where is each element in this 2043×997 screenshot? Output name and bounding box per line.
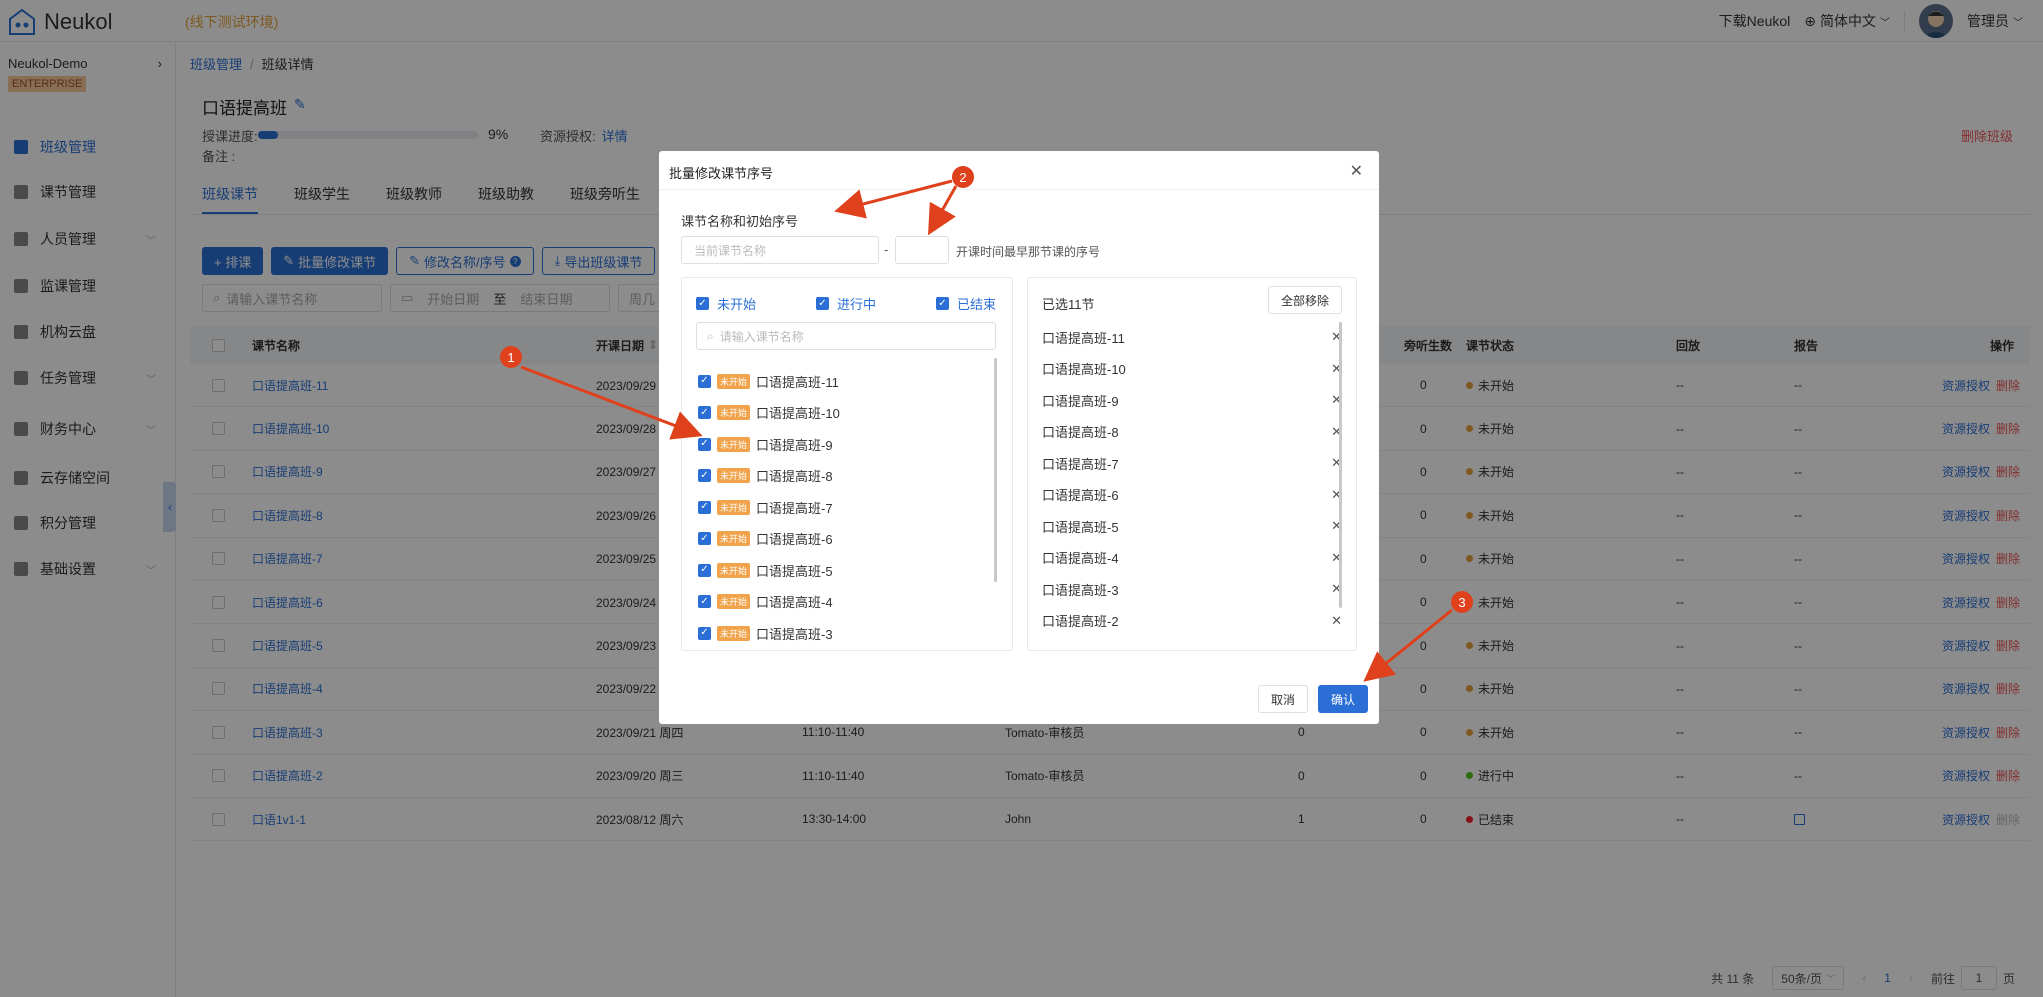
- selected-item-label: 口语提高班-11: [1042, 330, 1125, 346]
- status-tag: 未开始: [717, 562, 751, 578]
- lesson-option-label: 口语提高班-9: [756, 437, 833, 453]
- lesson-option[interactable]: ✓ 未开始 口语提高班-8: [698, 465, 833, 487]
- selected-item: 口语提高班-11 ✕: [1042, 326, 1342, 348]
- filter-not-started[interactable]: ✓ 未开始: [696, 294, 756, 313]
- annotation-badge-1: 1: [500, 346, 522, 368]
- cancel-button[interactable]: 取消: [1258, 685, 1309, 713]
- checkbox-checked-icon[interactable]: ✓: [698, 406, 711, 419]
- selected-item: 口语提高班-7 ✕: [1042, 452, 1342, 474]
- selected-item-label: 口语提高班-3: [1042, 582, 1119, 598]
- selected-item: 口语提高班-3 ✕: [1042, 578, 1342, 600]
- status-tag: 未开始: [717, 405, 751, 420]
- selected-panel: 已选11节 全部移除 口语提高班-11 ✕ 口语提高班-10 ✕ 口语提高班-9 ✕ 口语提…: [1027, 277, 1357, 651]
- selected-item-label: 口语提高班-8: [1042, 425, 1119, 440]
- lesson-option-label: 口语提高班-6: [756, 532, 833, 547]
- annotation-badge-2: 2: [952, 166, 974, 188]
- lesson-option[interactable]: ✓ 未开始 口语提高班-5: [698, 559, 833, 581]
- selected-item: 口语提高班-10 ✕: [1042, 358, 1342, 380]
- lesson-option[interactable]: ✓ 未开始 口语提高班-11: [698, 370, 839, 392]
- lesson-option-label: 口语提高班-10: [756, 406, 840, 421]
- selected-item: 口语提高班-5 ✕: [1042, 515, 1342, 537]
- lesson-option[interactable]: ✓ 未开始 口语提高班-6: [698, 528, 833, 550]
- status-tag: 未开始: [717, 468, 751, 483]
- status-tag: 未开始: [717, 531, 751, 546]
- selected-item: 口语提高班-2 ✕: [1042, 610, 1342, 632]
- selected-item-label: 口语提高班-4: [1042, 551, 1119, 566]
- lesson-option[interactable]: ✓ 未开始 口语提高班-3: [698, 622, 833, 644]
- lesson-option[interactable]: ✓ 未开始 口语提高班-4: [698, 591, 833, 613]
- checkbox-checked-icon[interactable]: ✓: [698, 469, 711, 482]
- scrollbar[interactable]: [1339, 322, 1342, 608]
- status-tag: 未开始: [717, 373, 751, 389]
- scrollbar[interactable]: [994, 358, 997, 582]
- filter-label: 未开始: [717, 297, 757, 312]
- selected-item: 口语提高班-9 ✕: [1042, 389, 1342, 411]
- dash: -: [884, 242, 889, 257]
- checkbox-checked-icon[interactable]: ✓: [698, 532, 711, 545]
- status-tag: 未开始: [717, 594, 751, 609]
- status-tag: 未开始: [717, 499, 751, 515]
- selected-item: 口语提高班-4 ✕: [1042, 547, 1342, 569]
- modal-search-placeholder: 请输入课节名称: [719, 329, 804, 344]
- checkbox-checked-icon[interactable]: ✓: [698, 563, 711, 577]
- selected-item: 口语提高班-8 ✕: [1042, 421, 1342, 443]
- selected-item-label: 口语提高班-10: [1042, 362, 1126, 377]
- lesson-option[interactable]: ✓ 未开始 口语提高班-9: [698, 433, 833, 455]
- checkbox-checked-icon: ✓: [816, 297, 829, 310]
- checkbox-checked-icon: ✓: [936, 297, 949, 310]
- selected-item-label: 口语提高班-9: [1042, 393, 1119, 409]
- filter-label: 进行中: [837, 297, 877, 312]
- seq-label: 课节名称和初始序号: [681, 214, 799, 229]
- lesson-option[interactable]: ✓ 未开始 口语提高班-10: [698, 402, 840, 424]
- lesson-option-label: 口语提高班-11: [756, 374, 839, 390]
- checkbox-checked-icon: ✓: [696, 297, 709, 310]
- selected-item-label: 口语提高班-5: [1042, 519, 1119, 535]
- lesson-pick-panel: ✓ 未开始 ✓ 进行中 ✓ 已结束 ⌕ 请输入课节名称 ✓ 未开始 口语提高班-11 ✓ 未开始…: [681, 277, 1013, 651]
- lesson-option-label: 口语提高班-8: [756, 469, 833, 484]
- lesson-option-label: 口语提高班-5: [756, 563, 833, 579]
- modal-search-input[interactable]: ⌕ 请输入课节名称: [696, 322, 996, 350]
- lesson-option-label: 口语提高班-7: [756, 500, 833, 516]
- checkbox-checked-icon[interactable]: ✓: [698, 437, 711, 451]
- search-icon: ⌕: [707, 328, 714, 343]
- batch-edit-modal: 批量修改课节序号 ✕ 课节名称和初始序号 当前课节名称 - 开课时间最早那节课的…: [659, 151, 1379, 724]
- selected-item-label: 口语提高班-7: [1042, 456, 1119, 472]
- modal-divider: [659, 189, 1379, 190]
- status-tag: 未开始: [717, 436, 751, 452]
- selected-item-label: 口语提高班-6: [1042, 488, 1119, 503]
- seq-hint: 开课时间最早那节课的序号: [956, 245, 1101, 259]
- lesson-name-input[interactable]: 当前课节名称: [681, 236, 879, 264]
- checkbox-checked-icon[interactable]: ✓: [698, 500, 711, 514]
- remove-all-button[interactable]: 全部移除: [1267, 286, 1342, 314]
- status-tag: 未开始: [717, 625, 751, 641]
- selected-item-label: 口语提高班-2: [1042, 614, 1119, 629]
- close-icon[interactable]: ✕: [1350, 161, 1363, 181]
- filter-in-progress[interactable]: ✓ 进行中: [816, 294, 876, 313]
- lesson-option[interactable]: ✓ 未开始 口语提高班-7: [698, 496, 833, 518]
- filter-finished[interactable]: ✓ 已结束: [936, 294, 996, 313]
- filter-label: 已结束: [957, 297, 997, 312]
- selected-count: 已选11节: [1042, 297, 1095, 312]
- checkbox-checked-icon[interactable]: ✓: [698, 595, 711, 608]
- start-seq-input[interactable]: [895, 236, 949, 264]
- lesson-option-label: 口语提高班-4: [756, 595, 833, 610]
- checkbox-checked-icon[interactable]: ✓: [698, 374, 711, 388]
- remove-icon[interactable]: ✕: [1331, 613, 1342, 629]
- selected-item: 口语提高班-6 ✕: [1042, 484, 1342, 506]
- annotation-badge-3: 3: [1451, 591, 1473, 613]
- confirm-button[interactable]: 确认: [1318, 685, 1368, 713]
- modal-title: 批量修改课节序号: [669, 166, 774, 181]
- lesson-option-label: 口语提高班-3: [756, 626, 833, 642]
- checkbox-checked-icon[interactable]: ✓: [698, 626, 711, 640]
